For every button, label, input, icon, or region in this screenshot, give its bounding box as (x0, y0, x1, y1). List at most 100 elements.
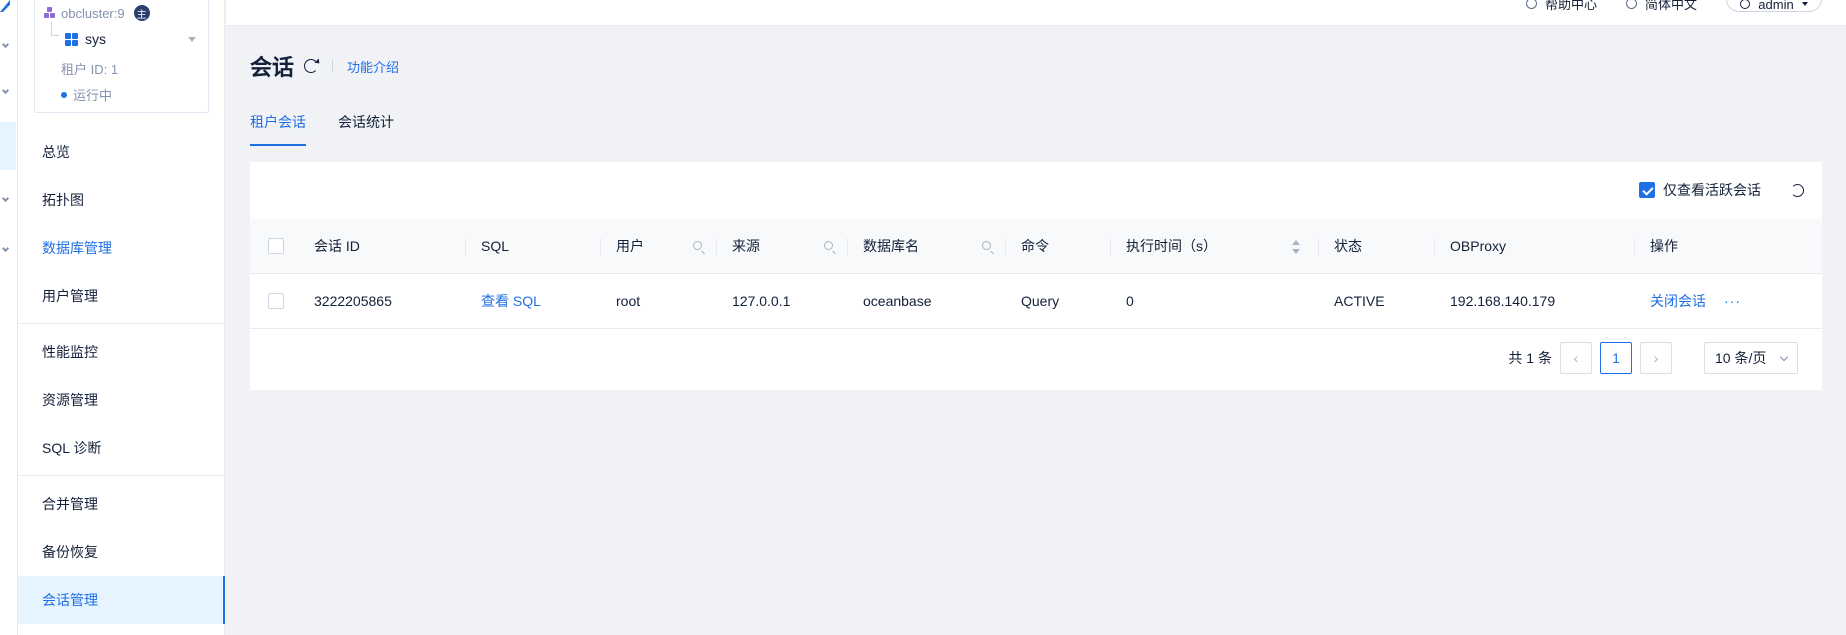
cell-source: 127.0.0.1 (732, 293, 791, 309)
chevron-icon (1, 244, 10, 253)
close-session-button[interactable]: 关闭会话 (1650, 291, 1706, 311)
sidebar-item-sql-diagnosis[interactable]: SQL 诊断 (18, 424, 225, 472)
column-header-user: 用户 (600, 219, 716, 273)
refresh-icon[interactable] (1791, 183, 1804, 197)
language-switch[interactable]: 简体中文 (1626, 0, 1697, 13)
tab-session-stats[interactable]: 会话统计 (338, 112, 394, 146)
chevron-left-icon: ‹ (1573, 350, 1579, 366)
sidebar-item-topology[interactable]: 拓扑图 (18, 176, 225, 224)
status-dot-icon (61, 91, 67, 98)
more-icon[interactable]: ··· (1724, 293, 1741, 309)
sessions-card: 仅查看活跃会话 会话 ID SQL 用户 来源 数据库名 命令 执行时间（s） (250, 162, 1822, 390)
active-only-checkbox[interactable] (1639, 182, 1655, 198)
column-header-source: 来源 (716, 219, 847, 273)
tabs: 租户会话 会话统计 (250, 112, 394, 146)
sessions-table: 会话 ID SQL 用户 来源 数据库名 命令 执行时间（s） 状态 OBPro… (250, 219, 1822, 329)
sidebar-item-merge[interactable]: 合并管理 (18, 480, 225, 528)
pagination-total: 共 1 条 (1508, 350, 1552, 366)
header-select-cell (250, 219, 302, 273)
page-button[interactable]: 1 (1600, 342, 1632, 374)
cell-status: ACTIVE (1334, 293, 1385, 309)
page-header: 会话 功能介绍 (250, 50, 399, 82)
globe-icon (1626, 0, 1637, 9)
caret-down-icon[interactable] (188, 37, 196, 42)
cell-sql: 查看 SQL (465, 274, 600, 328)
language-label: 简体中文 (1645, 0, 1698, 12)
cell-session-id: 3222205865 (314, 293, 392, 309)
active-only-label[interactable]: 仅查看活跃会话 (1663, 180, 1761, 200)
cluster-name: obcluster:9 (61, 5, 125, 21)
chevron-icon (1, 40, 10, 49)
sidebar: obcluster:9 主 sys 租户 ID: 1 运行中 总览 拓扑图 数据… (18, 0, 225, 635)
chevron-icon (1, 86, 10, 95)
column-header-actions: 操作 (1634, 219, 1822, 273)
cell-actions: 关闭会话 ··· (1634, 274, 1822, 328)
divider (332, 59, 334, 73)
logo-icon (0, 0, 10, 12)
cell-exec-time: 0 (1126, 293, 1134, 309)
app-rail (0, 0, 18, 635)
cell-user: root (616, 293, 641, 309)
sidebar-item-overview[interactable]: 总览 (18, 128, 225, 176)
user-name: admin (1758, 0, 1794, 12)
table-header: 会话 ID SQL 用户 来源 数据库名 命令 执行时间（s） 状态 OBPro… (250, 219, 1822, 274)
top-header: 帮助中心 简体中文 admin (226, 0, 1846, 26)
column-header-command: 命令 (1005, 219, 1110, 273)
sidebar-item-database[interactable]: 数据库管理 (18, 224, 225, 272)
rail-active-indicator (0, 122, 16, 170)
pagination: 共 1 条 ‹ 1 › 10 条/页 (1508, 342, 1798, 374)
row-checkbox[interactable] (268, 293, 284, 309)
tenant-card: obcluster:9 主 sys 租户 ID: 1 运行中 (34, 0, 209, 113)
column-header-source-label: 来源 (732, 238, 760, 254)
column-header-sql: SQL (465, 219, 600, 273)
help-center-link[interactable]: 帮助中心 (1526, 0, 1597, 13)
table-row: 3222205865 查看 SQL root 127.0.0.1 oceanba… (250, 274, 1822, 329)
column-header-database: 数据库名 (847, 219, 1005, 273)
search-icon[interactable] (693, 241, 702, 250)
cluster-icon (44, 7, 56, 19)
search-icon[interactable] (824, 241, 833, 250)
tab-tenant-sessions[interactable]: 租户会话 (250, 112, 306, 146)
feature-intro-link[interactable]: 功能介绍 (347, 57, 399, 76)
chevron-down-icon (1779, 352, 1789, 361)
sidebar-item-backup[interactable]: 备份恢复 (18, 528, 225, 576)
user-menu[interactable]: admin (1726, 0, 1822, 12)
cluster-row[interactable]: obcluster:9 主 (44, 5, 150, 21)
sidebar-menu: 总览 拓扑图 数据库管理 用户管理 性能监控 资源管理 SQL 诊断 合并管理 … (18, 128, 225, 624)
cell-database: oceanbase (863, 293, 932, 309)
caret-down-icon (1801, 2, 1808, 6)
search-icon[interactable] (982, 241, 991, 250)
tenant-status-text: 运行中 (73, 88, 113, 103)
next-page-button[interactable]: › (1640, 342, 1672, 374)
tenant-id: 租户 ID: 1 (61, 62, 119, 77)
sidebar-item-resources[interactable]: 资源管理 (18, 376, 225, 424)
lightbulb-icon (1526, 0, 1537, 9)
view-sql-link[interactable]: 查看 SQL (481, 291, 541, 311)
chevron-icon (1, 194, 10, 203)
menu-divider (18, 475, 225, 476)
sidebar-item-performance[interactable]: 性能监控 (18, 328, 225, 376)
sort-icon[interactable] (1292, 240, 1300, 254)
select-all-checkbox[interactable] (268, 238, 284, 254)
menu-divider (18, 323, 225, 324)
prev-page-button[interactable]: ‹ (1560, 342, 1592, 374)
page-title: 会话 (250, 55, 295, 80)
refresh-icon[interactable] (304, 59, 319, 73)
row-select-cell (250, 274, 302, 328)
column-header-exec-time[interactable]: 执行时间（s） (1110, 219, 1318, 273)
sidebar-item-sessions[interactable]: 会话管理 (18, 576, 225, 624)
column-header-status: 状态 (1318, 219, 1434, 273)
page-size-select[interactable]: 10 条/页 (1704, 342, 1798, 374)
tenant-status: 运行中 (61, 85, 112, 104)
cell-command: Query (1021, 293, 1060, 309)
primary-badge: 主 (133, 5, 150, 21)
column-header-obproxy: OBProxy (1434, 219, 1634, 273)
tenant-selector[interactable]: sys (65, 31, 106, 47)
sidebar-item-users[interactable]: 用户管理 (18, 272, 225, 320)
cell-obproxy: 192.168.140.179 (1450, 293, 1556, 309)
column-header-database-label: 数据库名 (863, 238, 919, 254)
chevron-right-icon: › (1653, 350, 1659, 366)
card-toolbar: 仅查看活跃会话 (1639, 180, 1804, 200)
tree-connector (51, 22, 59, 36)
tenant-icon (65, 32, 78, 46)
